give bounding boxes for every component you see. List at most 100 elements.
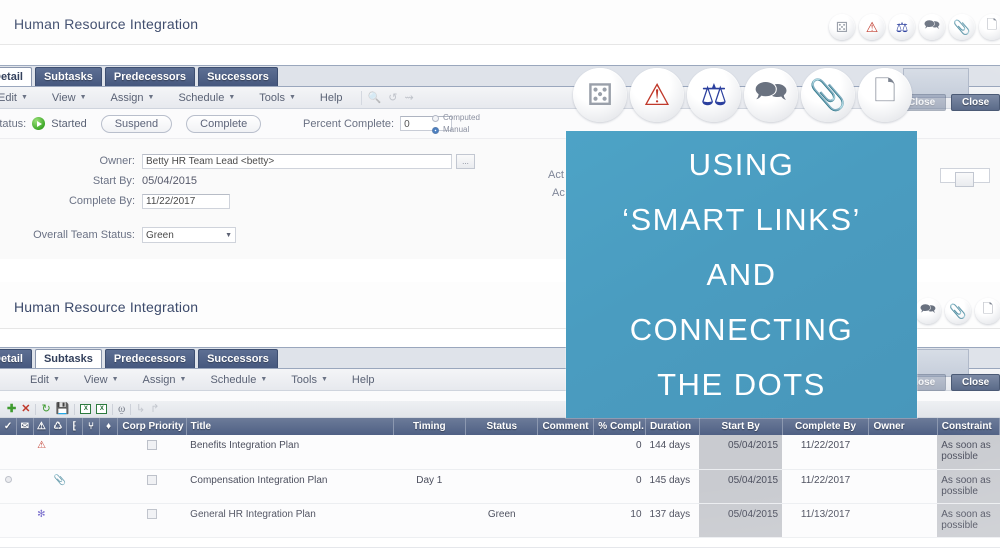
cell-alert[interactable]: ⚠ — [33, 435, 50, 470]
col-alert[interactable]: ⚠ — [33, 418, 51, 435]
col-link[interactable]: ♺ — [49, 418, 67, 435]
search-icon[interactable]: 🔍 — [368, 91, 382, 104]
tab-detail-2[interactable]: Detail — [0, 349, 32, 368]
cell-comment — [537, 435, 594, 470]
cell-start-by: 05/04/2015 — [699, 469, 783, 504]
tab-successors[interactable]: Successors — [198, 67, 278, 86]
priority-checkbox[interactable] — [147, 440, 158, 450]
bubble-document-large[interactable]: 🗋 — [858, 68, 912, 122]
close-button-primary-2[interactable]: Close — [951, 374, 1000, 391]
bubble-comment-large[interactable]: 🗪 — [744, 68, 798, 122]
col-constraint[interactable]: Constraint — [937, 418, 1000, 435]
tab-subtasks-2[interactable]: Subtasks — [34, 349, 102, 368]
menu-schedule-2[interactable]: Schedule ▼ — [198, 374, 279, 386]
col-pct-compl[interactable]: % Compl. — [593, 418, 647, 435]
col-status[interactable]: Status — [465, 418, 539, 435]
import-excel-icon[interactable]: X — [96, 404, 108, 414]
menu-assign-2[interactable]: Assign ▼ — [131, 374, 199, 386]
table-row[interactable]: ⚠ Benefits Integration Plan 0 144 days 0… — [0, 435, 1000, 470]
col-timing[interactable]: Timing — [393, 418, 467, 435]
tab-subtasks[interactable]: Subtasks — [34, 67, 102, 86]
percent-mode-radios: Computed Manual — [432, 112, 480, 136]
col-comment[interactable]: Comment — [537, 418, 595, 435]
complete-by-input[interactable]: 11/22/2017 — [142, 193, 230, 209]
menu-edit[interactable]: Edit ▼ — [0, 92, 40, 104]
bubble-paperclip-2[interactable]: 📎 — [945, 298, 971, 324]
right-clipped-picker[interactable] — [955, 172, 974, 187]
menu-help-2[interactable]: Help — [340, 374, 387, 386]
delete-row-icon[interactable]: ✕ — [21, 403, 30, 415]
tab-predecessors-2[interactable]: Predecessors — [104, 349, 196, 368]
bubble-comment-2[interactable]: 🗪 — [915, 298, 941, 324]
radio-manual[interactable]: Manual — [432, 124, 480, 136]
outdent-icon: ↳ — [135, 402, 146, 415]
owner-input[interactable]: Betty HR Team Lead <betty> — [142, 153, 452, 169]
col-start-by[interactable]: Start By — [699, 418, 783, 435]
cell-check[interactable] — [0, 435, 17, 470]
cell-link[interactable]: 📎 — [49, 469, 67, 504]
cell-title[interactable]: Benefits Integration Plan — [186, 435, 394, 470]
priority-checkbox[interactable] — [147, 508, 158, 519]
bubble-paperclip-large[interactable]: 📎 — [801, 68, 855, 122]
bubble-dice-large[interactable]: ⚄ — [573, 68, 627, 122]
col-check[interactable]: ✓ — [0, 418, 18, 435]
menu-assign[interactable]: Assign ▼ — [99, 92, 167, 104]
export-excel-icon[interactable]: X — [80, 404, 92, 414]
cell-alert[interactable]: ✻ — [33, 503, 50, 538]
col-people[interactable]: ⑂ — [82, 418, 100, 435]
tab-successors-2[interactable]: Successors — [198, 349, 278, 368]
cell-corp-priority[interactable] — [117, 435, 187, 470]
table-row[interactable]: 📎 Compensation Integration Plan Day 1 0 … — [0, 469, 1000, 504]
priority-checkbox[interactable] — [147, 474, 158, 485]
cell-attach — [66, 503, 83, 538]
refresh-icon[interactable]: ↻ — [41, 403, 50, 415]
menu-tools[interactable]: Tools ▼ — [247, 92, 308, 104]
menu-edit-2[interactable]: Edit ▼ — [18, 374, 72, 386]
complete-button[interactable]: Complete — [186, 114, 262, 133]
bubble-scales-large[interactable]: ⚖ — [687, 68, 741, 122]
col-flag[interactable]: ♦ — [99, 418, 119, 435]
save-icon[interactable]: 💾 — [56, 403, 70, 415]
bubble-document-2[interactable]: 🗋 — [975, 298, 1000, 324]
table-row[interactable]: ✻ General HR Integration Plan Green 10 1… — [0, 503, 1000, 538]
add-row-icon[interactable]: ✚ — [7, 403, 16, 415]
cell-corp-priority[interactable] — [117, 469, 187, 504]
bubble-document[interactable]: 🗋 — [979, 14, 1000, 40]
bubble-dice[interactable]: ⚄ — [829, 14, 855, 40]
col-mail[interactable]: ✉ — [16, 418, 34, 435]
close-button-primary[interactable]: Close — [951, 94, 1000, 111]
menu-tools-2[interactable]: Tools ▼ — [279, 374, 340, 386]
scales-balance-icon: ⚖ — [895, 18, 909, 35]
print-icon[interactable]: ⍹ — [118, 403, 125, 415]
owner-picker-button[interactable]: ... — [456, 153, 475, 169]
cell-corp-priority[interactable] — [117, 503, 187, 538]
bubble-paperclip[interactable]: 📎 — [949, 14, 975, 40]
cell-check[interactable] — [0, 469, 17, 504]
redo-icon[interactable]: ⇝ — [404, 91, 413, 104]
col-attach[interactable]: ⁅ — [66, 418, 84, 435]
cell-check[interactable] — [0, 503, 17, 538]
menu-help[interactable]: Help — [308, 92, 355, 104]
cell-title[interactable]: General HR Integration Plan — [186, 503, 394, 538]
col-owner[interactable]: Owner — [868, 418, 938, 435]
col-complete-by[interactable]: Complete By — [782, 418, 870, 435]
menu-view[interactable]: View ▼ — [40, 92, 99, 104]
menu-schedule[interactable]: Schedule ▼ — [166, 92, 247, 104]
menu-view-2-label: View — [83, 373, 108, 386]
bubble-warning-large[interactable]: ⚠ — [630, 68, 684, 122]
team-status-select[interactable]: Green ▼ — [142, 227, 236, 243]
tab-detail[interactable]: Detail — [0, 67, 32, 86]
radio-computed[interactable]: Computed — [432, 112, 480, 124]
suspend-button[interactable]: Suspend — [100, 114, 173, 133]
col-corp-priority[interactable]: Corp Priority — [117, 418, 187, 435]
undo-icon[interactable]: ↺ — [388, 91, 397, 104]
bubble-warning[interactable]: ⚠ — [859, 14, 885, 40]
bubble-comment[interactable]: 🗪 — [919, 14, 945, 40]
menu-view-2[interactable]: View ▼ — [72, 374, 131, 386]
status-value: Started — [51, 117, 87, 130]
bubble-scales[interactable]: ⚖ — [889, 14, 915, 40]
cell-title[interactable]: Compensation Integration Plan — [186, 469, 394, 504]
tab-predecessors[interactable]: Predecessors — [104, 67, 196, 86]
col-title[interactable]: Title — [186, 418, 394, 435]
col-duration[interactable]: Duration — [645, 418, 700, 435]
